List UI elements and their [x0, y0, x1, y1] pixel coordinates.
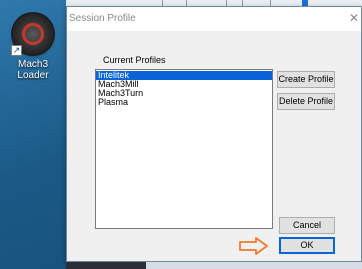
shortcut-arrow-icon: ↗ [11, 45, 22, 56]
cancel-button[interactable]: Cancel [279, 217, 335, 234]
close-icon[interactable]: ✕ [349, 11, 359, 25]
ok-button[interactable]: OK [279, 237, 335, 254]
current-profiles-label: Current Profiles [103, 55, 166, 65]
taskbar-strip [66, 262, 362, 269]
profile-item-plasma[interactable]: Plasma [96, 98, 272, 107]
create-profile-button[interactable]: Create Profile [277, 71, 335, 88]
dialog-titlebar[interactable]: Session Profile ✕ [67, 7, 361, 31]
delete-profile-button[interactable]: Delete Profile [277, 93, 335, 110]
desktop-shortcut-mach3-loader[interactable]: ↗ Mach3 Loader [4, 14, 62, 81]
session-profile-dialog: Session Profile ✕ Current Profiles Intel… [66, 6, 362, 262]
label-line-2: Loader [17, 70, 49, 81]
profile-list[interactable]: Intelitek Mach3Mill Mach3Turn Plasma [95, 69, 273, 229]
label-line-1: Mach3 [17, 59, 48, 70]
desktop-shortcut-label: Mach3 Loader [4, 59, 62, 81]
dialog-title: Session Profile [69, 13, 136, 24]
right-arrow-icon [239, 237, 268, 255]
